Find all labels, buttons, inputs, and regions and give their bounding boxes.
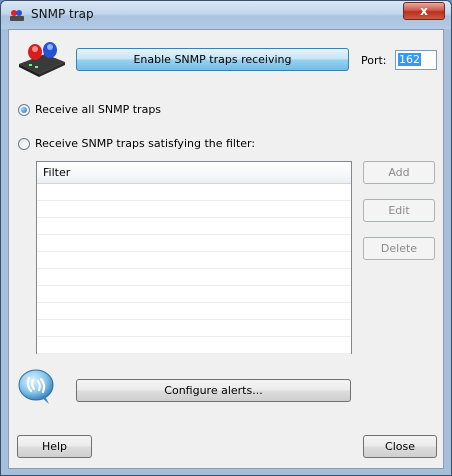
receive-filter-radio[interactable] bbox=[18, 137, 30, 150]
snmp-device-icon bbox=[10, 10, 24, 21]
window-close-button[interactable]: x bbox=[403, 2, 445, 20]
port-value: 162 bbox=[398, 53, 421, 66]
title-bar[interactable]: SNMP trap x bbox=[1, 1, 451, 29]
list-row bbox=[37, 337, 351, 354]
list-row bbox=[37, 201, 351, 218]
edit-button[interactable]: Edit bbox=[363, 199, 435, 222]
close-button[interactable]: Close bbox=[363, 435, 437, 458]
list-row bbox=[37, 235, 351, 252]
list-row bbox=[37, 320, 351, 337]
network-device-siren-icon bbox=[19, 42, 65, 77]
help-button[interactable]: Help bbox=[17, 435, 92, 458]
close-icon: x bbox=[420, 4, 428, 18]
port-input[interactable]: 162 bbox=[395, 50, 437, 70]
list-row bbox=[37, 184, 351, 201]
list-row bbox=[37, 252, 351, 269]
snmp-trap-window: SNMP trap x Enable SNMP traps receiving … bbox=[0, 0, 452, 476]
delete-button[interactable]: Delete bbox=[363, 237, 435, 260]
list-row bbox=[37, 303, 351, 320]
filter-list[interactable]: Filter bbox=[36, 161, 352, 354]
add-button[interactable]: Add bbox=[363, 161, 435, 184]
filter-column-label: Filter bbox=[43, 166, 71, 179]
dialog-client-area: Enable SNMP traps receiving Port: 162 Re… bbox=[8, 29, 444, 469]
list-row bbox=[37, 218, 351, 235]
receive-filter-label: Receive SNMP traps satisfying the filter… bbox=[35, 137, 256, 150]
receive-filter-option[interactable]: Receive SNMP traps satisfying the filter… bbox=[18, 137, 255, 150]
enable-snmp-traps-button[interactable]: Enable SNMP traps receiving bbox=[76, 48, 349, 71]
configure-alerts-button[interactable]: Configure alerts... bbox=[76, 379, 351, 402]
receive-all-radio[interactable] bbox=[18, 103, 30, 116]
alert-bubble-icon bbox=[18, 369, 54, 404]
port-label: Port: bbox=[361, 54, 387, 67]
receive-all-option[interactable]: Receive all SNMP traps bbox=[18, 103, 161, 116]
list-row bbox=[37, 269, 351, 286]
filter-column-header[interactable]: Filter bbox=[37, 162, 351, 184]
window-title: SNMP trap bbox=[31, 7, 94, 21]
receive-all-label: Receive all SNMP traps bbox=[35, 103, 162, 116]
list-row bbox=[37, 286, 351, 303]
